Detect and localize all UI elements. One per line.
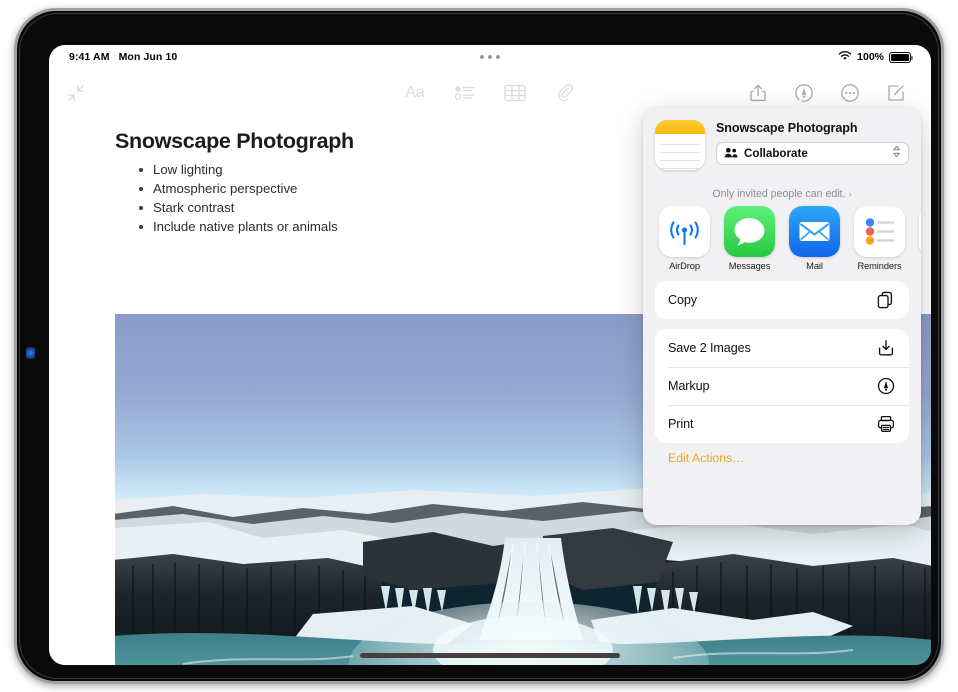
share-sheet-header-text: Snowscape Photograph Collaborate xyxy=(716,120,909,170)
battery-percent-label: 100% xyxy=(857,51,884,63)
action-group-main: Save 2 Images Markup xyxy=(655,329,909,443)
permission-note-label: Only invited people can edit. xyxy=(712,188,845,200)
checklist-icon[interactable] xyxy=(448,76,482,110)
attachment-paperclip-icon[interactable] xyxy=(548,76,582,110)
collaborate-label: Collaborate xyxy=(744,147,886,160)
battery-full-icon xyxy=(889,52,911,63)
table-icon[interactable] xyxy=(498,76,532,110)
messages-icon xyxy=(724,206,775,257)
action-label: Copy xyxy=(668,293,876,307)
action-label: Save 2 Images xyxy=(668,341,876,355)
share-target-reminders[interactable]: Reminders xyxy=(854,206,905,271)
share-target-app-row[interactable]: AirDrop Messages xyxy=(643,200,921,281)
share-sheet: Snowscape Photograph Collaborate xyxy=(643,107,921,525)
airdrop-icon xyxy=(659,206,710,257)
action-label: Print xyxy=(668,417,876,431)
ipad-device-frame: 9:41 AM Mon Jun 10 100% xyxy=(14,8,944,684)
app-label: AirDrop xyxy=(659,261,710,271)
multitasking-dots-icon[interactable] xyxy=(480,55,500,59)
note-action-tools xyxy=(741,76,931,110)
mail-icon xyxy=(789,206,840,257)
app-label: Mail xyxy=(789,261,840,271)
share-icon[interactable] xyxy=(741,76,775,110)
copy-icon xyxy=(876,290,896,310)
save-download-icon xyxy=(876,338,896,358)
status-time: 9:41 AM xyxy=(69,51,110,63)
share-sheet-header: Snowscape Photograph Collaborate xyxy=(643,107,921,181)
home-indicator[interactable] xyxy=(360,653,620,658)
two-people-icon xyxy=(724,145,738,163)
note-format-tools: Aa xyxy=(398,76,582,110)
more-options-icon[interactable] xyxy=(833,76,867,110)
bezel-reflection xyxy=(26,347,35,359)
action-save-images[interactable]: Save 2 Images xyxy=(655,329,909,367)
chevron-right-icon: › xyxy=(848,189,851,200)
wifi-icon xyxy=(838,50,852,64)
status-bar-left: 9:41 AM Mon Jun 10 xyxy=(69,51,177,63)
reminders-icon xyxy=(854,206,905,257)
chevron-up-down-icon xyxy=(892,145,901,163)
markup-pen-circle-icon xyxy=(876,376,896,396)
action-group-copy: Copy xyxy=(655,281,909,319)
edit-actions-button[interactable]: Edit Actions… xyxy=(643,451,921,465)
format-text-icon[interactable]: Aa xyxy=(398,76,432,110)
permission-note[interactable]: Only invited people can edit. › xyxy=(643,188,921,200)
collaborate-dropdown[interactable]: Collaborate xyxy=(716,142,909,165)
app-label: Messages xyxy=(724,261,775,271)
status-bar-right: 100% xyxy=(838,50,911,64)
share-document-title: Snowscape Photograph xyxy=(716,121,909,135)
share-target-freeform[interactable]: Fr xyxy=(919,206,921,271)
printer-icon xyxy=(876,414,896,434)
status-date: Mon Jun 10 xyxy=(119,51,178,63)
action-print[interactable]: Print xyxy=(655,405,909,443)
action-label: Markup xyxy=(668,379,876,393)
ipad-screen: 9:41 AM Mon Jun 10 100% xyxy=(49,45,931,665)
share-sheet-pointer xyxy=(791,99,809,108)
format-text-label: Aa xyxy=(405,84,425,102)
action-markup[interactable]: Markup xyxy=(655,367,909,405)
collapse-arrows-icon[interactable] xyxy=(59,76,93,110)
freeform-icon xyxy=(919,206,921,257)
notes-app-icon xyxy=(655,120,705,170)
app-label: Fr xyxy=(919,261,921,271)
share-target-airdrop[interactable]: AirDrop xyxy=(659,206,710,271)
action-copy[interactable]: Copy xyxy=(655,281,909,319)
app-label: Reminders xyxy=(854,261,905,271)
compose-new-note-icon[interactable] xyxy=(879,76,913,110)
share-target-messages[interactable]: Messages xyxy=(724,206,775,271)
share-target-mail[interactable]: Mail xyxy=(789,206,840,271)
